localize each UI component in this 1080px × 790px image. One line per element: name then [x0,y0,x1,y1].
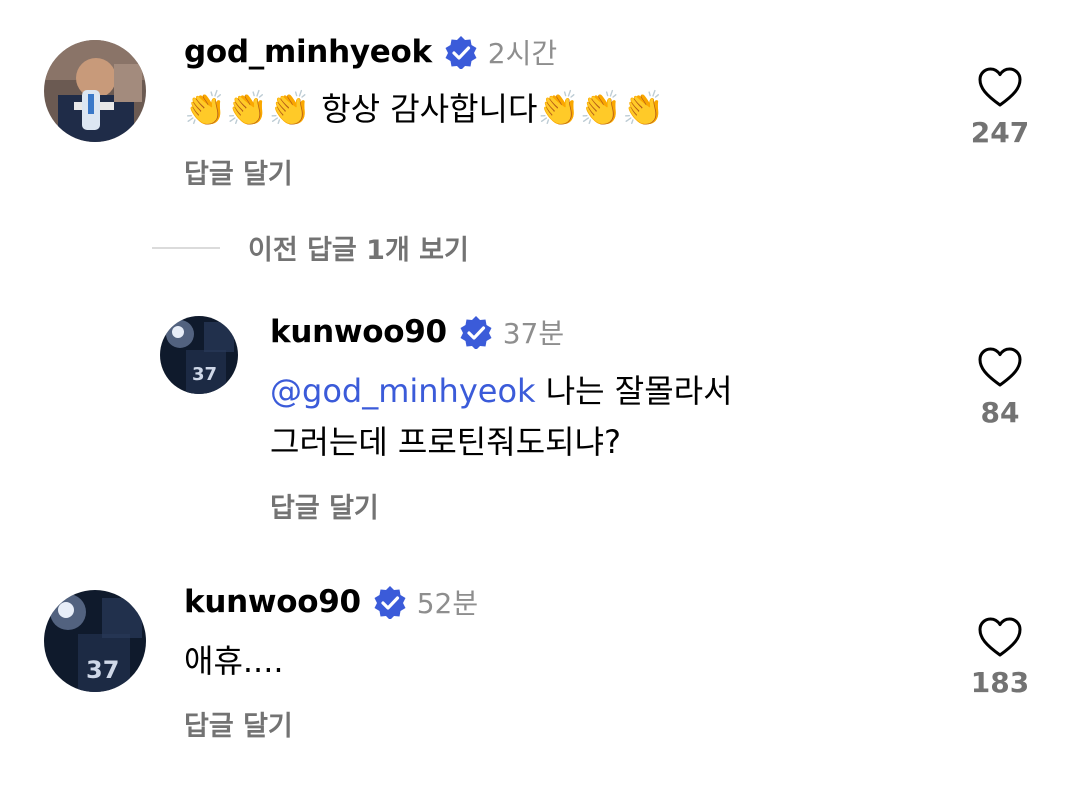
mention-text: @god_minhyeok [270,372,536,410]
verified-badge-icon [373,585,407,619]
view-previous-replies[interactable]: 이전 답글 1개 보기 [152,228,469,267]
comment-text-main: 항상 감사합니다 [311,90,538,128]
reply-text-part: 나는 잘몰라서 [535,372,733,410]
avatar[interactable]: 37 [160,316,238,394]
comment-header: god_minhyeok 2시간 [184,32,557,72]
view-previous-replies-label: 이전 답글 1개 보기 [248,235,469,266]
verified-badge-icon [444,35,478,69]
username[interactable]: kunwoo90 [270,314,447,350]
clap-emoji: 👏👏👏 [184,89,312,129]
comment-text: 👏👏👏 항상 감사합니다👏👏👏 [184,84,664,135]
like-control: 183 [950,616,1050,699]
clap-emoji: 👏👏👏 [537,89,665,129]
like-count: 183 [970,666,1030,699]
reply-item: 37 kunwoo90 37분 @god_minhyeok 나는 잘몰라서 그러… [0,300,1080,540]
comment-header: kunwoo90 52분 [184,582,478,622]
divider [152,246,220,249]
reply-text-line-1: @god_minhyeok 나는 잘몰라서 [270,366,733,417]
avatar[interactable]: 37 [44,590,146,692]
reply-button[interactable]: 답글 달기 [184,704,293,743]
heart-outline-icon[interactable] [950,346,1050,388]
timestamp: 2시간 [487,37,558,70]
avatar[interactable] [44,40,146,142]
like-count: 247 [970,116,1030,149]
verified-badge-icon [459,315,493,349]
mention-link[interactable]: @god_minhyeok [270,372,536,410]
reply-button[interactable]: 답글 달기 [184,152,293,191]
svg-text:37: 37 [86,656,119,684]
like-count: 84 [980,396,1020,429]
reply-text-line-2: 그러는데 프로틴줘도되냐? [270,423,621,461]
reply-button[interactable]: 답글 달기 [270,486,379,525]
comment-text: 애휴.... [184,642,284,680]
heart-outline-icon[interactable] [950,66,1050,108]
timestamp: 37분 [502,317,565,350]
comment-item: 37 kunwoo90 52분 애휴.... 답글 달기 183 [0,560,1080,780]
heart-outline-icon[interactable] [950,616,1050,658]
username[interactable]: god_minhyeok [184,34,432,70]
username[interactable]: kunwoo90 [184,584,361,620]
like-control: 84 [950,346,1050,429]
timestamp: 52분 [416,587,479,620]
reply-text: @god_minhyeok 나는 잘몰라서 그러는데 프로틴줘도되냐? [270,366,733,468]
reply-header: kunwoo90 37분 [270,312,564,352]
comment-item: god_minhyeok 2시간 👏👏👏 항상 감사합니다👏👏👏 답글 달기 2… [0,0,1080,200]
svg-text:37: 37 [192,364,217,385]
like-control: 247 [950,66,1050,149]
